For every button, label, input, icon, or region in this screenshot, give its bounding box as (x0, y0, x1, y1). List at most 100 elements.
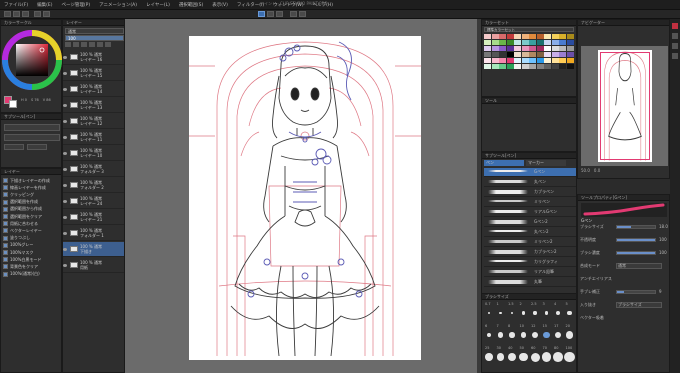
auto-action-item[interactable]: 100%(通常)(白) (1, 271, 61, 278)
brush-size-dot[interactable] (496, 353, 505, 361)
auto-action-item[interactable]: 塗りつぶし (1, 235, 61, 242)
layer-row[interactable]: 100 % 通常 フォルダー 2 (63, 178, 124, 193)
auto-action-item[interactable]: 選択範囲をクリア (1, 213, 61, 220)
canvas-paper[interactable] (189, 36, 421, 360)
visibility-eye-icon[interactable] (63, 71, 67, 75)
dock-icon-3[interactable] (672, 53, 678, 59)
color-swatch[interactable] (491, 40, 499, 45)
brush-size-dot[interactable] (564, 351, 575, 363)
color-swatch[interactable] (521, 46, 529, 51)
visibility-eye-icon[interactable] (63, 87, 67, 91)
brush-item[interactable]: ミリペン (484, 198, 576, 207)
tab-marker[interactable]: マーカー (526, 160, 566, 166)
color-swatch[interactable] (514, 40, 521, 45)
color-swatch[interactable] (529, 58, 536, 63)
property-slider[interactable] (616, 251, 656, 255)
new-folder-icon[interactable] (81, 42, 87, 47)
color-swatch[interactable] (566, 58, 574, 63)
settings-button[interactable] (27, 144, 47, 150)
layer-row[interactable]: 100 % 通常 用紙 (63, 258, 124, 273)
brush-size-dot[interactable] (486, 332, 492, 338)
checkbox[interactable] (3, 228, 8, 234)
color-swatch[interactable] (566, 52, 574, 57)
color-swatch[interactable] (566, 40, 574, 45)
color-swatch[interactable] (551, 46, 559, 51)
brush-size-dot[interactable] (555, 310, 561, 316)
color-swatch[interactable] (521, 34, 529, 39)
brush-item[interactable]: カブラペン2 (484, 248, 576, 257)
layer-row[interactable]: 100 % 通常 下描き (63, 242, 124, 257)
brush-item[interactable]: カブラペン (484, 188, 576, 197)
color-swatch[interactable] (521, 64, 529, 69)
color-swatch[interactable] (484, 52, 491, 57)
new-vector-layer-icon[interactable] (73, 42, 79, 47)
color-swatch[interactable] (484, 46, 491, 51)
color-swatch[interactable] (499, 58, 506, 63)
color-swatch[interactable] (506, 40, 514, 45)
visibility-eye-icon[interactable] (63, 199, 67, 203)
color-swatch[interactable] (506, 34, 514, 39)
brush-item[interactable]: カリグラフィ (484, 258, 576, 267)
color-swatch[interactable] (544, 40, 551, 45)
auto-action-item[interactable]: 100%グレー (1, 242, 61, 249)
blend-mode-select[interactable]: 通常 (65, 28, 124, 34)
clip-icon[interactable] (89, 42, 95, 47)
color-swatch[interactable] (559, 40, 566, 45)
checkbox[interactable] (3, 199, 8, 205)
auto-action-item[interactable]: 下描きレイヤーの作成 (1, 177, 61, 184)
navigator-preview[interactable] (581, 46, 668, 166)
color-swatch[interactable] (529, 46, 536, 51)
checkbox[interactable] (3, 235, 8, 241)
color-swatch[interactable] (514, 58, 521, 63)
color-swatch[interactable] (521, 52, 529, 57)
color-swatch[interactable] (536, 58, 544, 63)
color-swatch[interactable] (544, 34, 551, 39)
menu-item[interactable]: レイヤー(L) (146, 2, 170, 8)
color-wheel[interactable] (2, 28, 62, 98)
brush-item[interactable]: 丸ペン2 (484, 228, 576, 237)
auto-action-item[interactable]: 選択範囲から作成 (1, 206, 61, 213)
brush-size-dot[interactable] (499, 311, 502, 315)
menu-item[interactable]: 選択範囲(S) (179, 2, 203, 8)
opacity-slider[interactable]: 100 (65, 35, 124, 41)
color-swatch[interactable] (484, 34, 491, 39)
color-swatch[interactable] (499, 52, 506, 57)
brush-size-dot[interactable] (497, 332, 504, 338)
open-file-icon[interactable] (13, 11, 20, 17)
color-swatch[interactable] (484, 40, 491, 45)
menu-item[interactable]: 編集(E) (37, 2, 52, 8)
color-swatch[interactable] (566, 34, 574, 39)
property-slider[interactable] (616, 238, 656, 242)
layer-row[interactable]: 100 % 通常 レイヤー 13 (63, 98, 124, 113)
brush-size-dot[interactable] (531, 331, 539, 339)
brush-item[interactable]: Gペン2 (484, 218, 576, 227)
layer-row[interactable]: 100 % 通常 レイヤー 21 (63, 210, 124, 225)
brush-item[interactable]: 丸筆 (484, 278, 576, 287)
color-swatch[interactable] (551, 52, 559, 57)
eraser-mode-icon[interactable] (267, 11, 274, 17)
color-swatch[interactable] (529, 64, 536, 69)
visibility-eye-icon[interactable] (63, 151, 67, 155)
color-swatch[interactable] (551, 40, 559, 45)
color-swatch[interactable] (551, 64, 559, 69)
auto-action-item[interactable]: 線画レイヤーを作成 (1, 184, 61, 191)
color-swatch[interactable] (484, 64, 491, 69)
layer-search-field[interactable] (4, 124, 60, 131)
color-swatch[interactable] (529, 52, 536, 57)
brush-size-dot[interactable] (553, 352, 563, 362)
color-swatch[interactable] (529, 40, 536, 45)
snap-icon[interactable] (290, 11, 297, 17)
property-slider[interactable] (616, 225, 656, 229)
brush-item[interactable]: ミリペン2 (484, 238, 576, 247)
auto-action-item[interactable]: 100%マスク (1, 249, 61, 256)
color-swatch[interactable] (499, 34, 506, 39)
brush-size-dot[interactable] (565, 331, 574, 339)
auto-action-item[interactable]: ベクターレイヤー (1, 227, 61, 234)
color-swatch[interactable] (559, 64, 566, 69)
selection-mode-icon[interactable] (276, 11, 283, 17)
color-swatch[interactable] (544, 46, 551, 51)
brush-item[interactable]: リアルGペン (484, 208, 576, 217)
color-swatch[interactable] (566, 46, 574, 51)
dock-icon-2[interactable] (672, 43, 678, 49)
brush-item[interactable]: Gペン (484, 168, 576, 177)
